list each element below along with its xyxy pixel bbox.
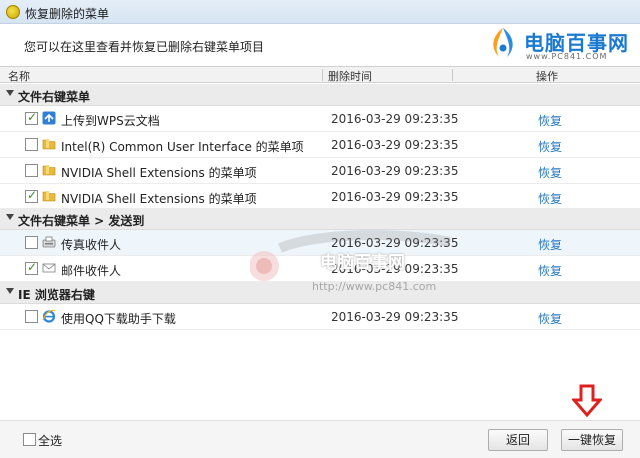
column-header-time[interactable]: 删除时间 (328, 68, 372, 84)
row-name: 传真收件人 (61, 238, 122, 252)
group-label: 文件右键菜单 (18, 90, 91, 104)
mail-icon (42, 263, 56, 273)
row-name: NVIDIA Shell Extensions 的菜单项 (61, 192, 257, 206)
select-all-label[interactable]: 全选 (38, 432, 62, 449)
row-checkbox[interactable] (25, 188, 38, 203)
row-name: 上传到WPS云文档 (61, 114, 160, 128)
watermark-text: 电脑百事网 (320, 253, 405, 273)
row-checkbox[interactable] (25, 164, 38, 177)
row-time: 2016-03-29 09:23:35 (331, 138, 459, 152)
folder-icon (42, 165, 56, 176)
select-all-checkbox[interactable] (23, 433, 36, 446)
window-title: 恢复删除的菜单 (25, 7, 110, 21)
restore-link[interactable]: 恢复 (538, 190, 562, 207)
row-time: 2016-03-29 09:23:35 (331, 112, 459, 126)
restore-link[interactable]: 恢复 (538, 310, 562, 327)
watermark-url: http://www.pc841.com (312, 280, 437, 293)
row-name: Intel(R) Common User Interface 的菜单项 (61, 140, 304, 154)
collapse-triangle-icon[interactable] (6, 214, 14, 220)
wps-cloud-icon (42, 111, 56, 125)
row-name: 邮件收件人 (61, 264, 122, 278)
collapse-triangle-icon[interactable] (6, 90, 14, 96)
restore-link[interactable]: 恢复 (538, 112, 562, 129)
site-logo: 电脑百事网 www.PC841.COM (486, 26, 634, 64)
folder-icon (42, 139, 56, 150)
column-divider[interactable] (322, 69, 323, 81)
logo-icon (493, 28, 513, 57)
table-row[interactable]: NVIDIA Shell Extensions 的菜单项 2016-03-29 … (0, 184, 640, 210)
ie-icon (42, 309, 56, 323)
column-divider[interactable] (452, 69, 453, 81)
page-description: 您可以在这里查看并恢复已删除右键菜单项目 (24, 40, 265, 54)
row-checkbox[interactable] (25, 138, 38, 151)
row-checkbox[interactable] (25, 110, 38, 125)
back-button[interactable]: 返回 (488, 429, 548, 451)
restore-link[interactable]: 恢复 (538, 262, 562, 279)
group-header[interactable]: 文件右键菜单 (0, 84, 640, 106)
collapse-triangle-icon[interactable] (6, 288, 14, 294)
down-arrow-icon (572, 384, 602, 418)
row-checkbox[interactable] (25, 260, 38, 275)
row-time: 2016-03-29 09:23:35 (331, 164, 459, 178)
table-header: 名称 删除时间 操作 (0, 66, 640, 83)
table-row[interactable]: NVIDIA Shell Extensions 的菜单项 2016-03-29 … (0, 158, 640, 184)
table-row[interactable]: Intel(R) Common User Interface 的菜单项 2016… (0, 132, 640, 158)
folder-icon (42, 191, 56, 202)
row-time: 2016-03-29 09:23:35 (331, 190, 459, 204)
restore-link[interactable]: 恢复 (538, 236, 562, 253)
restore-link[interactable]: 恢复 (538, 164, 562, 181)
row-time: 2016-03-29 09:23:35 (331, 310, 459, 324)
group-label: IE 浏览器右键 (18, 288, 95, 302)
row-name: NVIDIA Shell Extensions 的菜单项 (61, 166, 257, 180)
table-row[interactable]: 上传到WPS云文档 2016-03-29 09:23:35 恢复 (0, 106, 640, 132)
watermark: 电脑百事网 http://www.pc841.com (249, 228, 480, 308)
row-name: 使用QQ下载助手下载 (61, 312, 176, 326)
column-header-action[interactable]: 操作 (536, 68, 558, 84)
restore-link[interactable]: 恢复 (538, 138, 562, 155)
row-checkbox[interactable] (25, 236, 38, 249)
restore-all-button[interactable]: 一键恢复 (561, 429, 623, 451)
logo-url: www.PC841.COM (526, 52, 608, 61)
app-icon (6, 5, 20, 19)
column-header-name[interactable]: 名称 (8, 68, 30, 84)
group-label: 文件右键菜单 > 发送到 (18, 214, 145, 228)
group-header[interactable]: 文件右键菜单 > 发送到 (0, 208, 640, 230)
row-checkbox[interactable] (25, 310, 38, 323)
fax-icon (42, 236, 56, 248)
title-bar[interactable]: 恢复删除的菜单 (0, 0, 640, 24)
footer-bar: 全选 返回 一键恢复 (0, 420, 640, 458)
